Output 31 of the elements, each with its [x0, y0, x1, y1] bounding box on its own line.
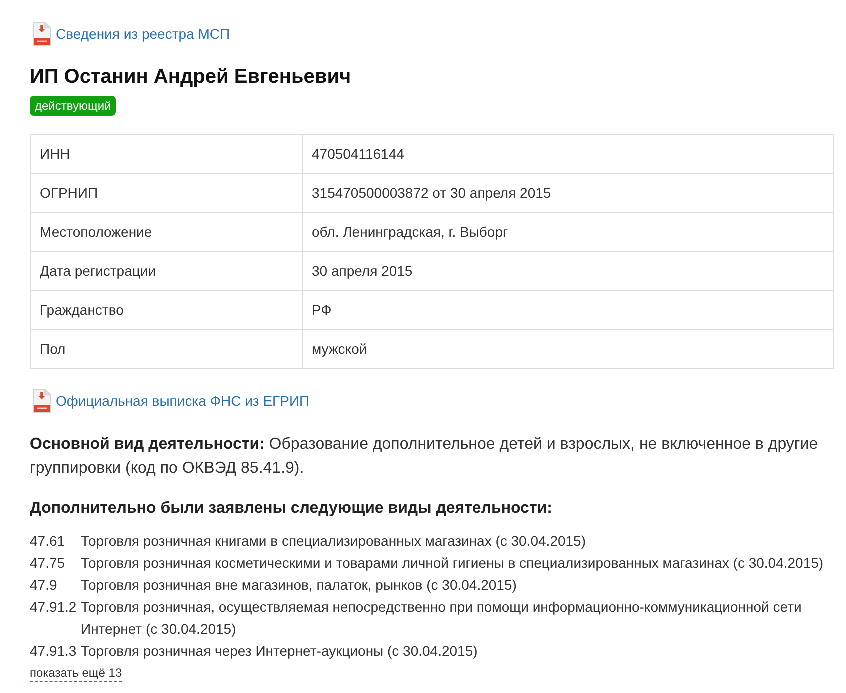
main-activity-text: Основной вид деятельности: Образование дополнительное детей и взрослых, не включенное в другие группировки (код по ОКВЭД 85.41.9).	[30, 435, 820, 479]
table-cell: 470504116144	[302, 134, 834, 174]
activity-text: Торговля розничная вне магазинов, палаток, рынков (с 30.04.2015)	[81, 576, 518, 595]
table-cell: мужской	[302, 330, 834, 368]
show-more-link[interactable]: показать ещё 13	[30, 665, 122, 682]
status-badge: действующий	[30, 96, 116, 116]
activity-text: Торговля розничная, осуществляемая непосредственно при помощи информационно-коммуникационной сети Интернет (с 30.04.2015)	[81, 598, 803, 639]
table-cell: Пол	[30, 330, 302, 368]
table-cell: ОГРНИП	[30, 174, 302, 212]
section-heading: Дополнительно были заявлены следующие виды деятельности:	[30, 499, 554, 519]
table-cell: обл. Ленинградская, г. Выборг	[302, 212, 834, 252]
activity-text: Торговля розничная через Интернет-аукционы (с 30.04.2015)	[81, 642, 479, 661]
table-cell: ИНН	[30, 134, 302, 174]
activity-text: Торговля розничная косметическими и товарами личной гигиены в специализированных магазинах (с 30.04.2015)	[81, 554, 825, 573]
activity-code: 47.9	[30, 576, 58, 595]
pdf-file-icon	[33, 22, 51, 46]
table-cell: Дата регистрации	[30, 252, 302, 290]
table-cell: Местоположение	[30, 212, 302, 252]
pdf-file-icon	[33, 389, 51, 413]
activity-code: 47.91.2	[30, 598, 78, 617]
table-cell: РФ	[302, 290, 834, 330]
activity-code: 47.61	[30, 532, 66, 551]
activity-code: 47.91.3	[30, 642, 78, 661]
table-cell: 30 апреля 2015	[302, 252, 834, 290]
table-cell: 315470500003872 от 30 апреля 2015	[302, 174, 834, 212]
company-title: ИП Останин Андрей Евгеньевич	[30, 65, 352, 89]
activity-text: Торговля розничная книгами в специализированных магазинах (с 30.04.2015)	[81, 532, 588, 551]
activity-code: 47.75	[30, 554, 66, 573]
document-link[interactable]: Официальная выписка ФНС из ЕГРИП	[30, 389, 310, 413]
table-cell: Гражданство	[30, 290, 302, 330]
document-link[interactable]: Сведения из реестра МСП	[30, 22, 230, 46]
